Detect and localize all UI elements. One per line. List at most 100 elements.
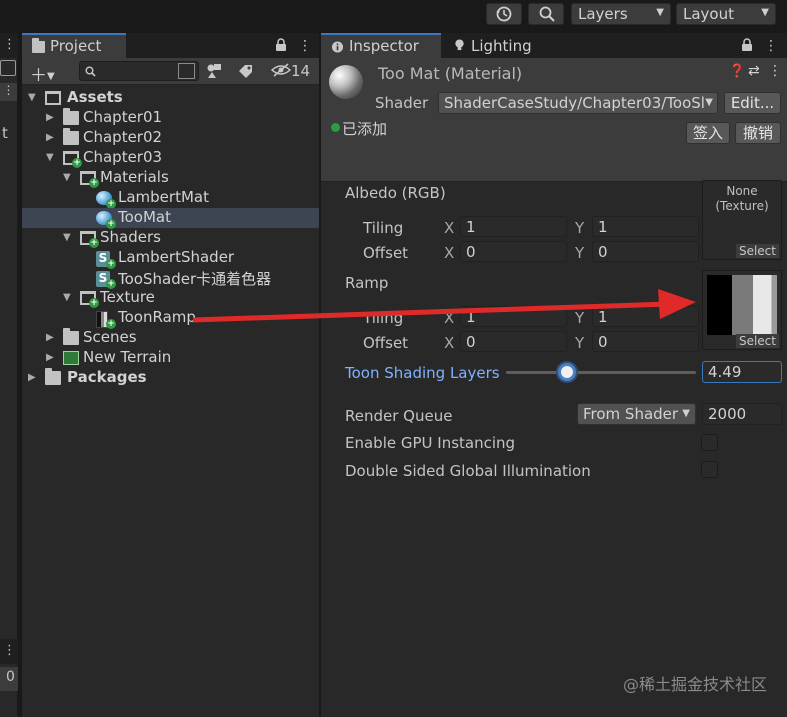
albedo-offset-y-input[interactable]: 0	[592, 241, 699, 262]
more-options-icon[interactable]: ⋮	[298, 38, 312, 54]
layout-dropdown[interactable]: Layout ▼	[676, 3, 776, 25]
tree-item-texture[interactable]: ▼ + Texture	[22, 288, 319, 308]
ramp-tiling-x-input[interactable]: 1	[460, 306, 567, 327]
expanded-arrow-icon[interactable]: ▼	[63, 292, 71, 303]
tree-item-lambertmat[interactable]: + LambertMat	[22, 188, 319, 209]
tree-item-toomat[interactable]: + TooMat	[22, 208, 319, 229]
project-tabbar: Project ⋮	[22, 33, 319, 58]
top-toolbar: Layers ▼ Layout ▼	[0, 0, 787, 30]
history-button[interactable]	[486, 3, 522, 25]
folder-icon	[32, 38, 45, 53]
toon-layers-input[interactable]: 4.49	[702, 361, 782, 383]
tree-item-label: Chapter02	[83, 128, 163, 146]
tree-item-chapter03[interactable]: ▼ + Chapter03	[22, 148, 319, 168]
preset-settings-icon[interactable]: ⇄	[748, 63, 760, 79]
tree-item-toonramp[interactable]: + ToonRamp	[22, 308, 319, 329]
ramp-offset-x-input[interactable]: 0	[460, 331, 567, 352]
lock-icon[interactable]	[275, 38, 287, 56]
gpu-instancing-checkbox[interactable]	[701, 434, 718, 451]
tree-item-materials[interactable]: ▼ + Materials	[22, 168, 319, 188]
chevron-down-icon: ▼	[682, 408, 690, 419]
toon-layers-slider-thumb[interactable]	[557, 363, 576, 381]
tree-item-chapter01[interactable]: ▶ Chapter01	[22, 108, 319, 128]
hidden-count: 14	[291, 62, 311, 80]
shader-edit-button[interactable]: Edit...	[724, 92, 781, 114]
tree-item-toonshader[interactable]: S + TooShader卡通着色器	[22, 268, 319, 289]
albedo-tiling-y-input[interactable]: 1	[592, 216, 699, 237]
shader-label: Shader	[375, 94, 429, 112]
gpu-instancing-label: Enable GPU Instancing	[345, 434, 516, 452]
filter-by-type-icon[interactable]	[206, 63, 224, 83]
albedo-tiling-x-input[interactable]: 1	[460, 216, 567, 237]
expanded-arrow-icon[interactable]: ▼	[63, 172, 71, 183]
toon-layers-slider-track[interactable]	[506, 371, 696, 374]
history-icon	[496, 6, 512, 22]
more-options-icon[interactable]: ⋮	[764, 38, 778, 54]
double-sided-gi-label: Double Sided Global Illumination	[345, 462, 591, 480]
collapsed-arrow-icon[interactable]: ▶	[46, 332, 54, 343]
albedo-offset-label: Offset	[363, 244, 409, 262]
tab-lighting[interactable]: Lighting	[443, 33, 553, 58]
collapsed-arrow-icon[interactable]: ▶	[46, 352, 54, 363]
tree-item-new-terrain[interactable]: ▶ New Terrain	[22, 348, 319, 368]
more-options-icon[interactable]: ⋮	[0, 639, 18, 664]
tree-item-shaders[interactable]: ▼ + Shaders	[22, 228, 319, 248]
toon-layers-label: Toon Shading Layers	[345, 364, 500, 382]
lock-icon[interactable]	[741, 38, 753, 56]
project-toolbar: ＋▼ 14	[22, 58, 319, 86]
collapsed-arrow-icon[interactable]: ▶	[28, 372, 36, 383]
tree-item-packages[interactable]: ▶ Packages	[22, 368, 319, 388]
more-options-icon[interactable]: ⋮	[0, 83, 17, 101]
shader-dropdown[interactable]: ShaderCaseStudy/Chapter03/TooSl ▼	[438, 92, 718, 114]
tab-inspector[interactable]: Inspector	[321, 33, 441, 58]
render-queue-dropdown[interactable]: From Shader ▼	[577, 403, 696, 425]
tree-item-label: Packages	[67, 368, 147, 386]
truncated-text: t	[2, 124, 8, 142]
tree-item-label: Chapter01	[83, 108, 163, 126]
albedo-select-button[interactable]: Select	[735, 244, 779, 258]
tree-item-assets[interactable]: ▼ Assets	[22, 88, 319, 108]
tree-item-scenes[interactable]: ▶ Scenes	[22, 328, 319, 348]
maximize-icon[interactable]	[0, 60, 16, 76]
search-by-type-icon[interactable]	[178, 63, 195, 79]
create-plus-icon[interactable]: ＋▼	[30, 61, 55, 86]
folder-icon	[63, 128, 79, 145]
tree-item-chapter02[interactable]: ▶ Chapter02	[22, 128, 319, 148]
search-button[interactable]	[528, 3, 564, 25]
ramp-select-button[interactable]: Select	[735, 334, 779, 348]
ramp-tiling-label: Tiling	[363, 309, 404, 327]
expanded-arrow-icon[interactable]: ▼	[28, 92, 36, 103]
expanded-arrow-icon[interactable]: ▼	[46, 152, 54, 163]
ramp-texture-slot[interactable]: Select	[702, 270, 782, 350]
more-options-icon[interactable]: ⋮	[3, 37, 16, 52]
tab-project[interactable]: Project	[22, 33, 126, 58]
folder-icon	[45, 368, 61, 385]
layout-dropdown-label: Layout	[683, 5, 734, 23]
more-options-icon[interactable]: ⋮	[768, 63, 782, 79]
double-sided-gi-checkbox[interactable]	[701, 461, 718, 478]
albedo-offset-x-label: X	[444, 244, 455, 262]
expanded-arrow-icon[interactable]: ▼	[63, 232, 71, 243]
ramp-tiling-y-input[interactable]: 1	[592, 306, 699, 327]
left-side-panel: ⋮ ⋮ t ⋮ 0	[0, 33, 18, 717]
vcs-added-icon: +	[89, 238, 99, 248]
render-queue-dropdown-value: From Shader	[583, 405, 679, 423]
ramp-offset-y-label: Y	[575, 334, 585, 352]
tree-item-lambertshader[interactable]: S + LambertShader	[22, 248, 319, 269]
revert-button[interactable]: 撤销	[735, 122, 781, 144]
search-icon	[539, 6, 555, 22]
filter-by-label-icon[interactable]	[237, 63, 255, 83]
ramp-label: Ramp	[345, 274, 389, 292]
albedo-texture-slot[interactable]: None (Texture) Select	[702, 180, 782, 260]
ramp-offset-y-input[interactable]: 0	[592, 331, 699, 352]
checkin-button[interactable]: 签入	[686, 122, 730, 144]
albedo-offset-x-input[interactable]: 0	[460, 241, 567, 262]
ramp-tiling-x-label: X	[444, 309, 455, 327]
hidden-packages-toggle[interactable]: 14	[270, 62, 311, 80]
collapsed-arrow-icon[interactable]: ▶	[46, 132, 54, 143]
ramp-offset-label: Offset	[363, 334, 409, 352]
layers-dropdown[interactable]: Layers ▼	[571, 3, 671, 25]
render-queue-input[interactable]: 2000	[702, 403, 782, 425]
collapsed-arrow-icon[interactable]: ▶	[46, 112, 54, 123]
help-icon[interactable]: ❓	[729, 64, 745, 79]
